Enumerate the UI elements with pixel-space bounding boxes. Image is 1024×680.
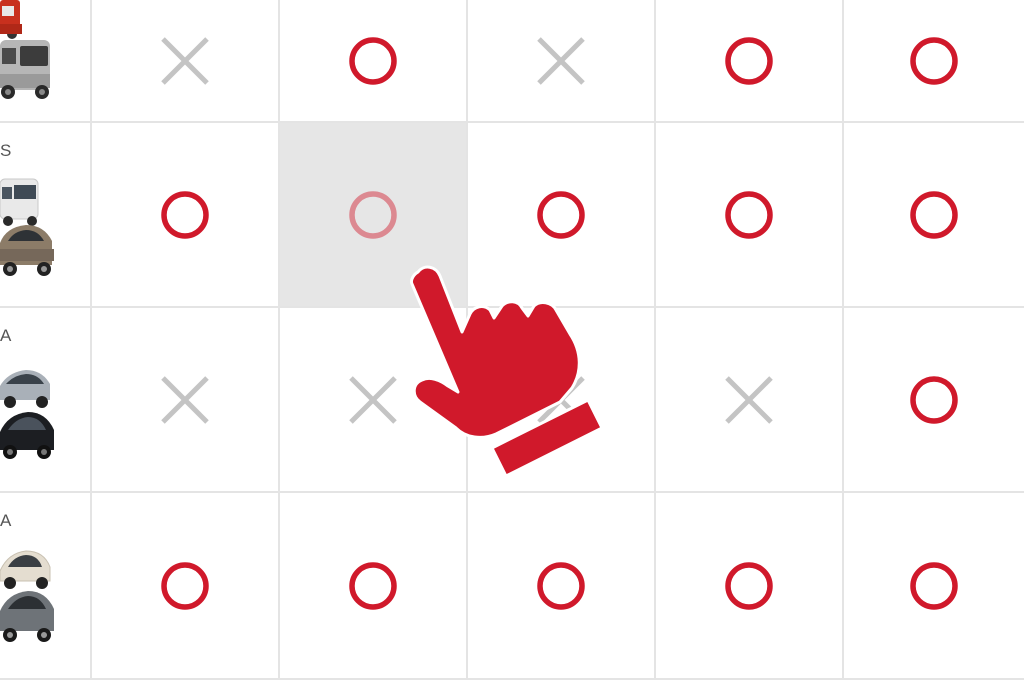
grid-cell[interactable] xyxy=(468,0,656,123)
bronze-hatchback-icon xyxy=(0,225,54,276)
grid-cell[interactable] xyxy=(844,0,1024,123)
red-boxy-van-icon xyxy=(0,0,22,39)
row-header-2: S xyxy=(0,123,92,308)
gray-hatchback-icon xyxy=(0,591,54,642)
circle-icon xyxy=(349,561,397,610)
grid-cell[interactable] xyxy=(92,123,280,308)
white-minivan-icon xyxy=(0,178,39,226)
grid-cell[interactable] xyxy=(844,123,1024,308)
grid-cell[interactable] xyxy=(656,493,844,680)
grid-cell[interactable] xyxy=(92,493,280,680)
silver-sedan-icon xyxy=(0,370,50,408)
row-label: A xyxy=(0,511,12,530)
cross-icon xyxy=(161,375,209,424)
grid-cell[interactable] xyxy=(468,493,656,680)
hand-pointer-icon xyxy=(410,265,604,478)
circle-icon xyxy=(725,36,773,85)
car-thumbnails xyxy=(0,0,50,99)
grid-cell[interactable] xyxy=(844,493,1024,680)
grid-cell[interactable] xyxy=(656,123,844,308)
car-thumbnails xyxy=(0,370,54,459)
silver-minivan-icon xyxy=(0,40,50,99)
grid-cell[interactable] xyxy=(656,0,844,123)
circle-icon xyxy=(537,561,585,610)
cross-icon xyxy=(349,375,397,424)
circle-icon xyxy=(349,190,397,239)
grid-cell[interactable] xyxy=(280,0,468,123)
grid-cell[interactable] xyxy=(92,308,280,493)
circle-icon xyxy=(910,561,958,610)
circle-icon xyxy=(910,190,958,239)
cross-icon xyxy=(537,36,585,85)
row-label: A xyxy=(0,326,12,345)
row-header-3: A xyxy=(0,308,92,493)
grid-cell[interactable] xyxy=(280,493,468,680)
car-thumbnails xyxy=(0,550,54,642)
black-sedan-icon xyxy=(0,412,54,459)
cross-icon xyxy=(725,375,773,424)
circle-icon xyxy=(910,375,958,424)
circle-icon xyxy=(910,36,958,85)
circle-icon xyxy=(725,561,773,610)
white-hatchback-icon xyxy=(0,550,51,589)
car-thumbnails xyxy=(0,178,54,276)
circle-icon xyxy=(161,561,209,610)
grid-cell[interactable] xyxy=(656,308,844,493)
circle-icon xyxy=(537,190,585,239)
row-label: S xyxy=(0,141,12,160)
cross-icon xyxy=(161,36,209,85)
grid-cell[interactable] xyxy=(92,0,280,123)
grid-cell[interactable] xyxy=(844,308,1024,493)
row-header-4: A xyxy=(0,493,92,680)
circle-icon xyxy=(161,190,209,239)
circle-icon xyxy=(725,190,773,239)
circle-icon xyxy=(349,36,397,85)
row-header-1 xyxy=(0,0,92,123)
